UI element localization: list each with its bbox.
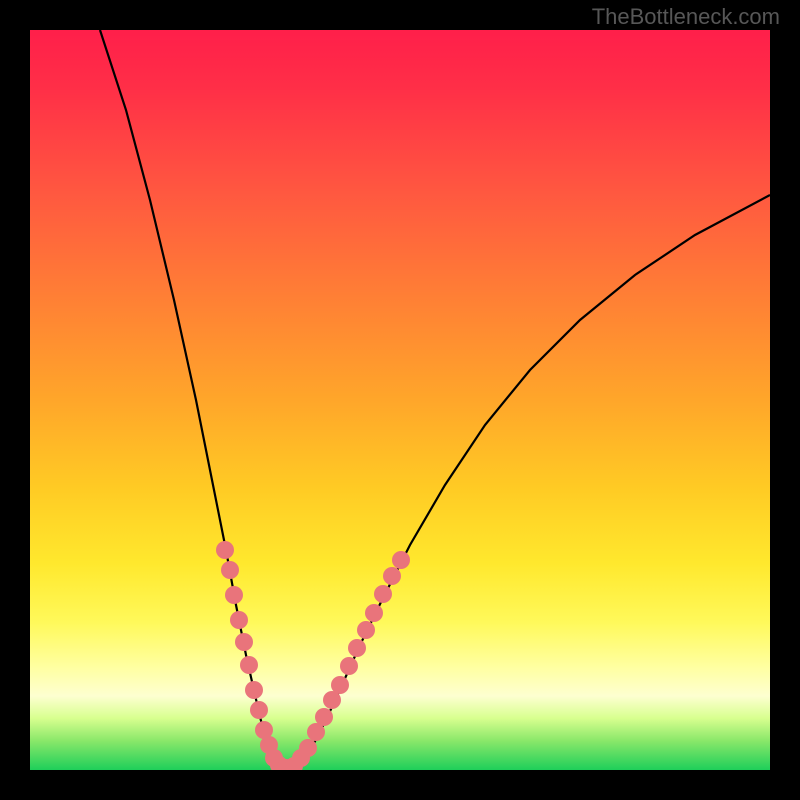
data-point: [374, 585, 392, 603]
data-point: [365, 604, 383, 622]
chart-frame: TheBottleneck.com: [0, 0, 800, 800]
chart-svg: [30, 30, 770, 770]
data-point: [315, 708, 333, 726]
data-point: [235, 633, 253, 651]
plot-area: [30, 30, 770, 770]
data-point: [331, 676, 349, 694]
watermark-text: TheBottleneck.com: [592, 4, 780, 30]
data-point: [225, 586, 243, 604]
data-point: [240, 656, 258, 674]
data-point: [299, 739, 317, 757]
data-point: [250, 701, 268, 719]
data-point: [230, 611, 248, 629]
data-point: [216, 541, 234, 559]
data-point: [221, 561, 239, 579]
data-point: [383, 567, 401, 585]
data-point: [245, 681, 263, 699]
bottleneck-curve: [100, 30, 770, 768]
data-point: [357, 621, 375, 639]
data-point: [348, 639, 366, 657]
data-point: [340, 657, 358, 675]
data-point: [392, 551, 410, 569]
